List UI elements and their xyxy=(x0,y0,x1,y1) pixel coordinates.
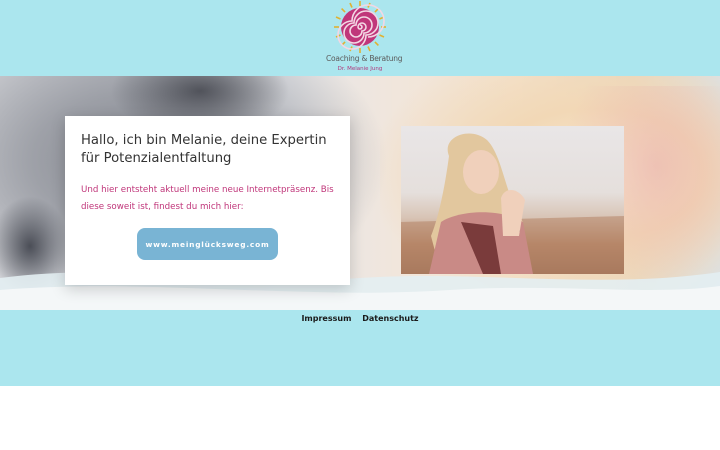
logo-title: Coaching & Beratung xyxy=(326,54,403,63)
header-bar: Coaching & Beratung Dr. Melanie Jung xyxy=(0,0,720,76)
website-link-button[interactable]: www.meinglücksweg.com xyxy=(137,228,278,260)
footer-links: Impressum Datenschutz xyxy=(0,314,720,323)
footer-link-datenschutz[interactable]: Datenschutz xyxy=(362,314,418,323)
logo[interactable]: Coaching & Beratung Dr. Melanie Jung xyxy=(326,0,403,76)
portrait-image xyxy=(401,133,624,274)
portrait-photo xyxy=(401,126,624,274)
logo-subtitle: Dr. Melanie Jung xyxy=(337,66,383,72)
spiral-sun-icon xyxy=(334,1,386,53)
intro-text: Und hier entsteht aktuell meine neue Int… xyxy=(81,185,334,212)
footer-link-impressum[interactable]: Impressum xyxy=(301,314,351,323)
intro-card: Hallo, ich bin Melanie, deine Expertin f… xyxy=(65,116,350,285)
footer-bar: Impressum Datenschutz xyxy=(0,310,720,386)
intro-heading: Hallo, ich bin Melanie, deine Expertin f… xyxy=(81,133,327,166)
